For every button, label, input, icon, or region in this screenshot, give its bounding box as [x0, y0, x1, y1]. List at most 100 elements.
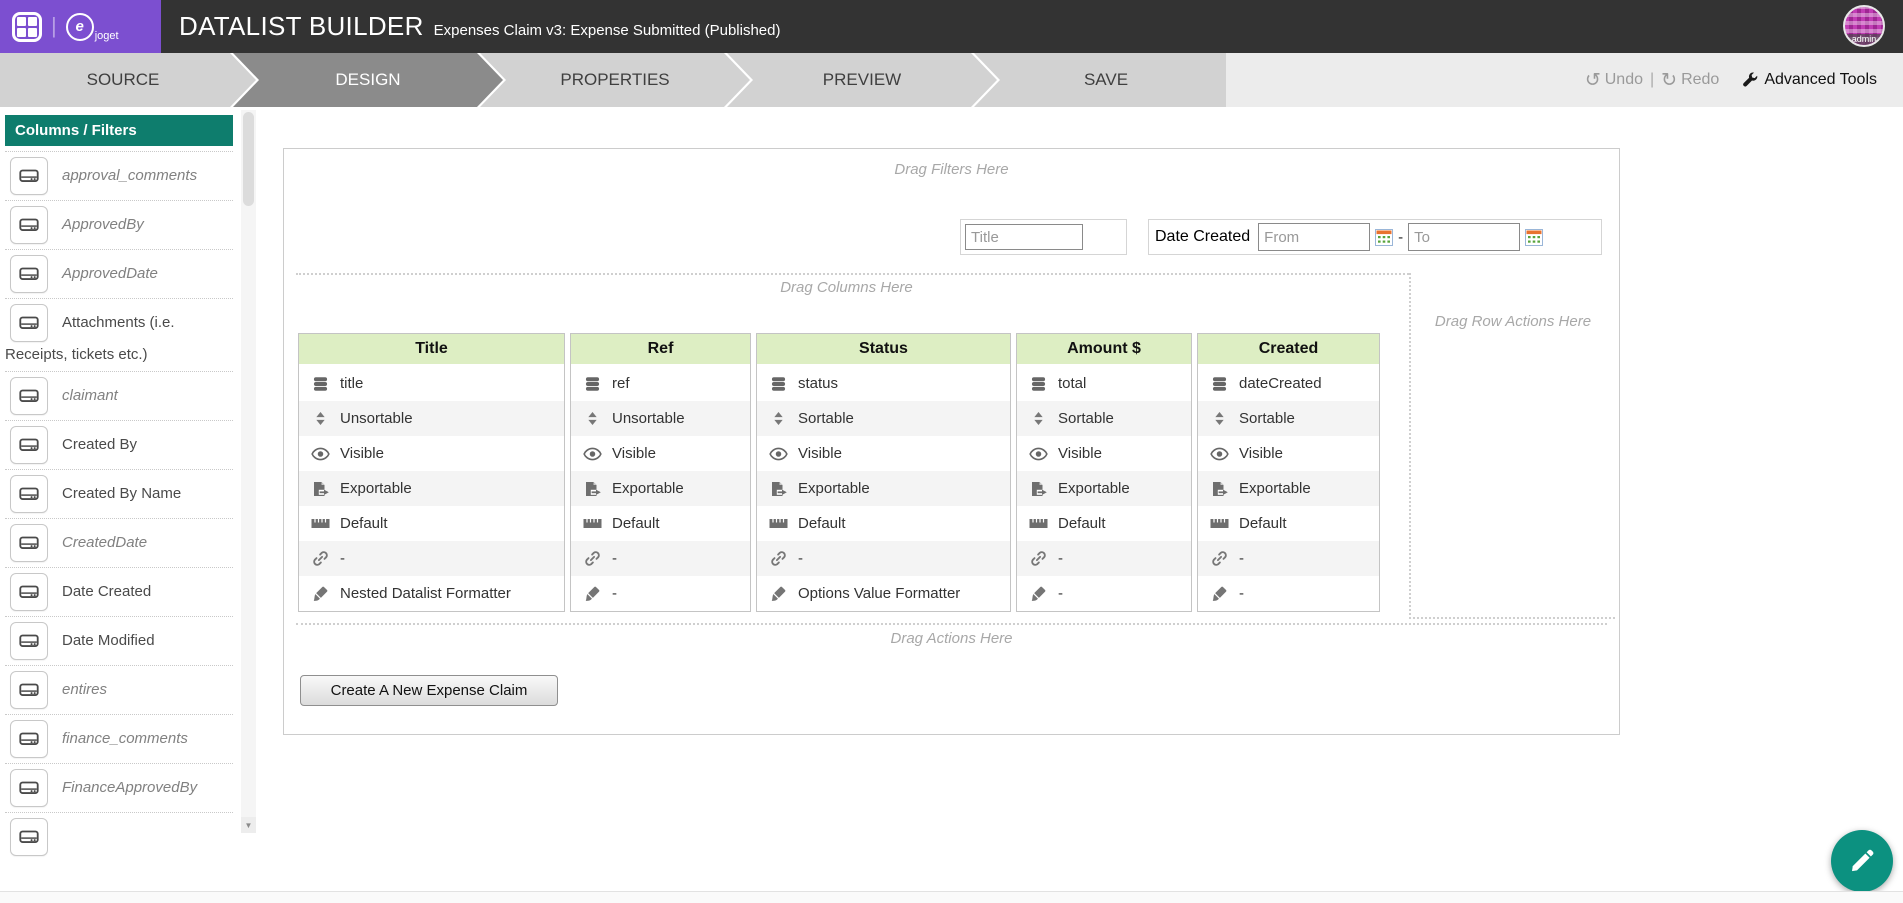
- sidebar-item-attachments-i-e-receipts-tickets-etc[interactable]: Attachments (i.e. Receipts, tickets etc.…: [5, 298, 233, 371]
- drive-icon: [10, 671, 48, 709]
- column-prop-value: Exportable: [798, 480, 870, 497]
- column-prop-width_mode: Default: [299, 506, 564, 541]
- drive-icon: [10, 475, 48, 513]
- sidebar-item-created-by-name[interactable]: Created By Name: [5, 469, 233, 518]
- sidebar-item-entires[interactable]: entires: [5, 665, 233, 714]
- column-prop-value: Sortable: [1058, 410, 1114, 427]
- pencil-icon: [1847, 846, 1877, 876]
- column-prop-value: Exportable: [1058, 480, 1130, 497]
- column-prop-field: dateCreated: [1198, 366, 1379, 401]
- brush-icon: [1210, 585, 1229, 602]
- sidebar-item-created-by[interactable]: Created By: [5, 420, 233, 469]
- drive-icon: [10, 426, 48, 464]
- redo-button[interactable]: ↻ Redo: [1661, 71, 1719, 90]
- column-prop-value: -: [612, 585, 617, 602]
- column-cards: TitletitleUnsortableVisibleExportableDef…: [298, 333, 1380, 612]
- sidebar-item-claimant[interactable]: claimant: [5, 371, 233, 420]
- eye-icon: [583, 447, 602, 461]
- page-subtitle: Expenses Claim v3: Expense Submitted (Pu…: [434, 22, 781, 39]
- drive-icon: [10, 304, 48, 342]
- drive-icon: [10, 255, 48, 293]
- column-card-dateCreated[interactable]: CreateddateCreatedSortableVisibleExporta…: [1197, 333, 1380, 612]
- create-new-expense-claim-button[interactable]: Create A New Expense Claim: [300, 675, 558, 706]
- tab-preview[interactable]: PREVIEW: [727, 53, 997, 107]
- calendar-icon[interactable]: [1525, 229, 1543, 246]
- undo-button[interactable]: ↺ Undo: [1585, 71, 1643, 90]
- sidebar-item-finance-comments[interactable]: finance_comments: [5, 714, 233, 763]
- brush-icon: [1029, 585, 1048, 602]
- sidebar-item-label: Date Modified: [62, 632, 155, 649]
- drive-icon: [10, 720, 48, 758]
- column-prop-value: Sortable: [1239, 410, 1295, 427]
- edit-fab-button[interactable]: [1831, 830, 1893, 892]
- column-prop-value: Visible: [1058, 445, 1102, 462]
- sidebar-item-financeapprovedby[interactable]: FinanceApprovedBy: [5, 763, 233, 812]
- tab-properties[interactable]: PROPERTIES: [480, 53, 750, 107]
- column-prop-value: total: [1058, 375, 1086, 392]
- tab-label: SOURCE: [87, 70, 160, 90]
- redo-label: Redo: [1681, 71, 1719, 89]
- sidebar-item-approvedby[interactable]: ApprovedBy: [5, 200, 233, 249]
- export-icon: [1210, 481, 1229, 497]
- column-prop-value: title: [340, 375, 363, 392]
- sort-icon: [311, 411, 330, 426]
- tab-save[interactable]: SAVE: [974, 53, 1226, 107]
- sidebar-item-approval-comments[interactable]: approval_comments: [5, 151, 233, 200]
- avatar[interactable]: admin: [1843, 5, 1885, 47]
- joget-logo: e joget: [66, 13, 119, 41]
- sidebar-item-date-modified[interactable]: Date Modified: [5, 616, 233, 665]
- date-to-input[interactable]: [1408, 223, 1520, 251]
- column-prop-sort: Unsortable: [299, 401, 564, 436]
- sidebar-item-label: Date Created: [62, 583, 151, 600]
- advanced-tools-button[interactable]: Advanced Tools: [1742, 71, 1877, 89]
- sidebar-item-list: approval_commentsApprovedByApprovedDateA…: [5, 151, 233, 861]
- apps-grid-icon[interactable]: [12, 12, 42, 42]
- sidebar-scrollbar[interactable]: ▼: [241, 110, 256, 833]
- column-card-status[interactable]: StatusstatusSortableVisibleExportableDef…: [756, 333, 1011, 612]
- column-prop-value: -: [340, 550, 345, 567]
- column-card-title[interactable]: TitletitleUnsortableVisibleExportableDef…: [298, 333, 565, 612]
- scrollbar-down-button[interactable]: ▼: [241, 817, 256, 833]
- sidebar-item-label: FinanceApprovedBy: [62, 779, 197, 796]
- column-card-header: Title: [299, 334, 564, 366]
- drive-icon: [10, 206, 48, 244]
- title-filter-input[interactable]: [965, 224, 1083, 250]
- calendar-icon[interactable]: [1375, 229, 1393, 246]
- column-prop-value: -: [1058, 585, 1063, 602]
- sidebar-item-approveddate[interactable]: ApprovedDate: [5, 249, 233, 298]
- column-prop-sort: Sortable: [1017, 401, 1191, 436]
- column-card-ref[interactable]: RefrefUnsortableVisibleExportableDefault…: [570, 333, 751, 612]
- column-prop-value: -: [1239, 550, 1244, 567]
- brush-icon: [311, 585, 330, 602]
- scrollbar-thumb[interactable]: [243, 112, 254, 206]
- app-header: | e joget DATALIST BUILDER Expenses Clai…: [0, 0, 1903, 53]
- link-icon: [1029, 550, 1048, 567]
- column-card-total[interactable]: Amount $totalSortableVisibleExportableDe…: [1016, 333, 1192, 612]
- design-canvas: Drag Filters Here Date Created - Drag Co…: [283, 148, 1620, 735]
- sidebar-item-empty[interactable]: [5, 812, 233, 861]
- column-prop-value: Default: [612, 515, 660, 532]
- column-prop-visibility: Visible: [757, 436, 1010, 471]
- sort-icon: [1029, 411, 1048, 426]
- date-created-filter-widget[interactable]: Date Created -: [1148, 219, 1602, 255]
- advanced-tools-label: Advanced Tools: [1764, 71, 1877, 89]
- tab-source[interactable]: SOURCE: [0, 53, 256, 107]
- page-title: DATALIST BUILDER: [179, 11, 424, 42]
- column-prop-value: -: [612, 550, 617, 567]
- column-prop-value: Options Value Formatter: [798, 585, 960, 602]
- sidebar-item-date-created[interactable]: Date Created: [5, 567, 233, 616]
- tab-design[interactable]: DESIGN: [233, 53, 503, 107]
- drag-columns-zone-label: Drag Columns Here: [284, 279, 1409, 296]
- title-filter-widget[interactable]: [960, 219, 1127, 255]
- column-card-header: Amount $: [1017, 334, 1191, 366]
- drive-icon: [10, 524, 48, 562]
- column-prop-export: Exportable: [571, 471, 750, 506]
- date-from-input[interactable]: [1258, 223, 1370, 251]
- undo-icon: ↺: [1585, 71, 1601, 90]
- sidebar-item-label: Created By Name: [62, 485, 181, 502]
- sidebar-item-createddate[interactable]: CreatedDate: [5, 518, 233, 567]
- avatar-label: admin: [1845, 34, 1883, 45]
- sidebar-item-label: CreatedDate: [62, 534, 147, 551]
- ruler-icon: [311, 518, 330, 529]
- column-prop-formatter: -: [1017, 576, 1191, 611]
